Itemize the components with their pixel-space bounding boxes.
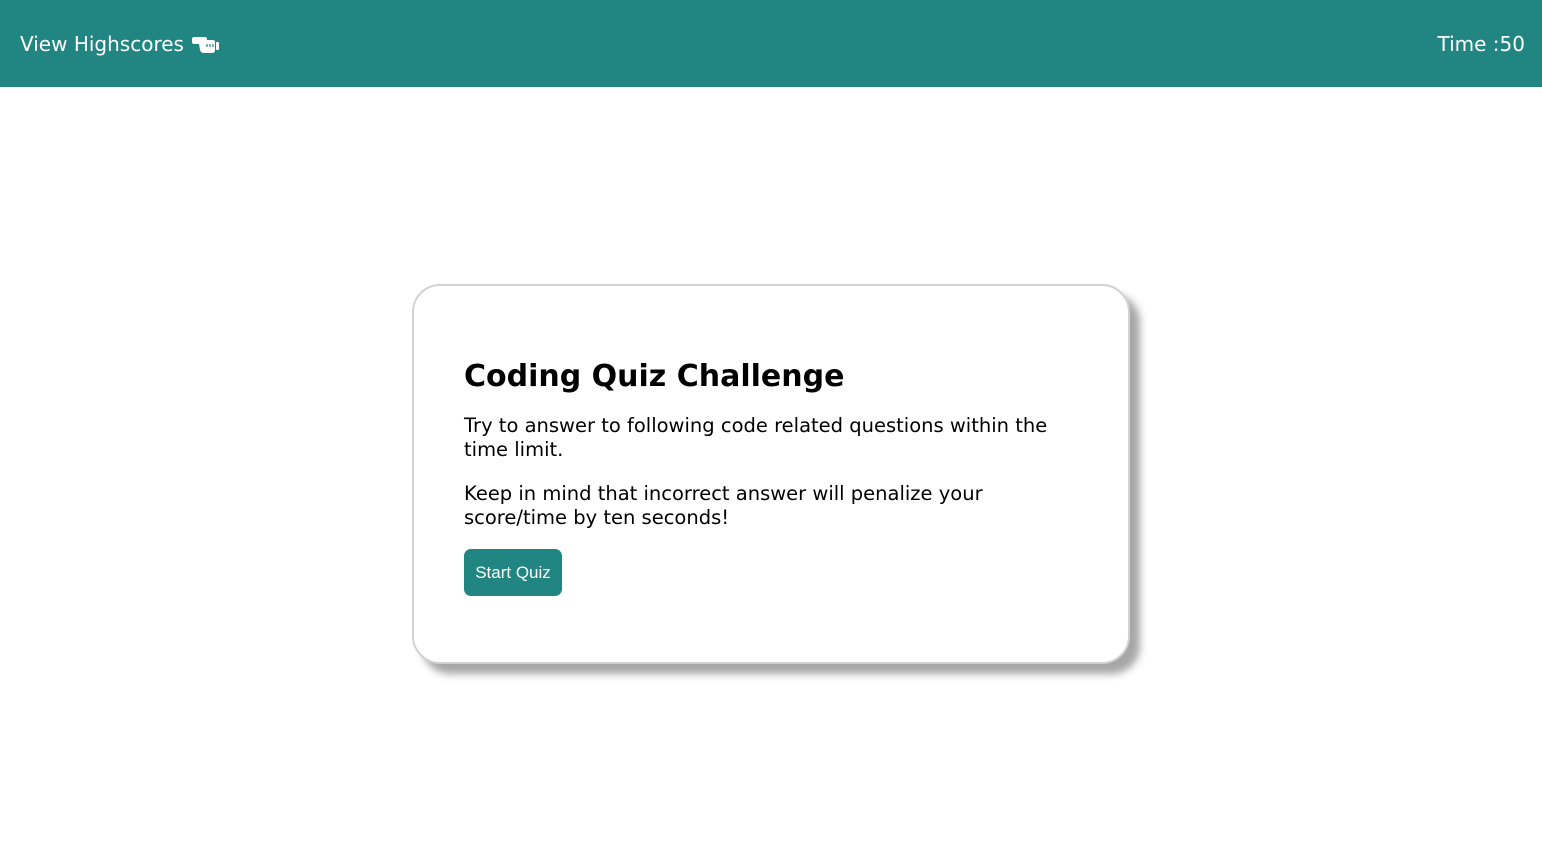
quiz-title: Coding Quiz Challenge: [464, 359, 845, 394]
start-quiz-button[interactable]: Start Quiz: [464, 549, 562, 596]
timer-label: Time :: [1437, 32, 1500, 56]
top-bar: View Highscores Time :50: [0, 0, 1542, 87]
pointing-hand-icon: [191, 33, 220, 55]
intro-card: Coding Quiz Challenge Try to answer to f…: [412, 284, 1130, 664]
timer-value: 50: [1499, 32, 1525, 56]
instructions-text: Try to answer to following code related …: [464, 414, 1048, 461]
timer: Time :50: [1438, 31, 1526, 57]
penalty-notice: Keep in mind that incorrect answer will …: [464, 482, 983, 529]
view-highscores-link[interactable]: View Highscores: [20, 31, 220, 57]
view-highscores-label: View Highscores: [20, 32, 184, 56]
